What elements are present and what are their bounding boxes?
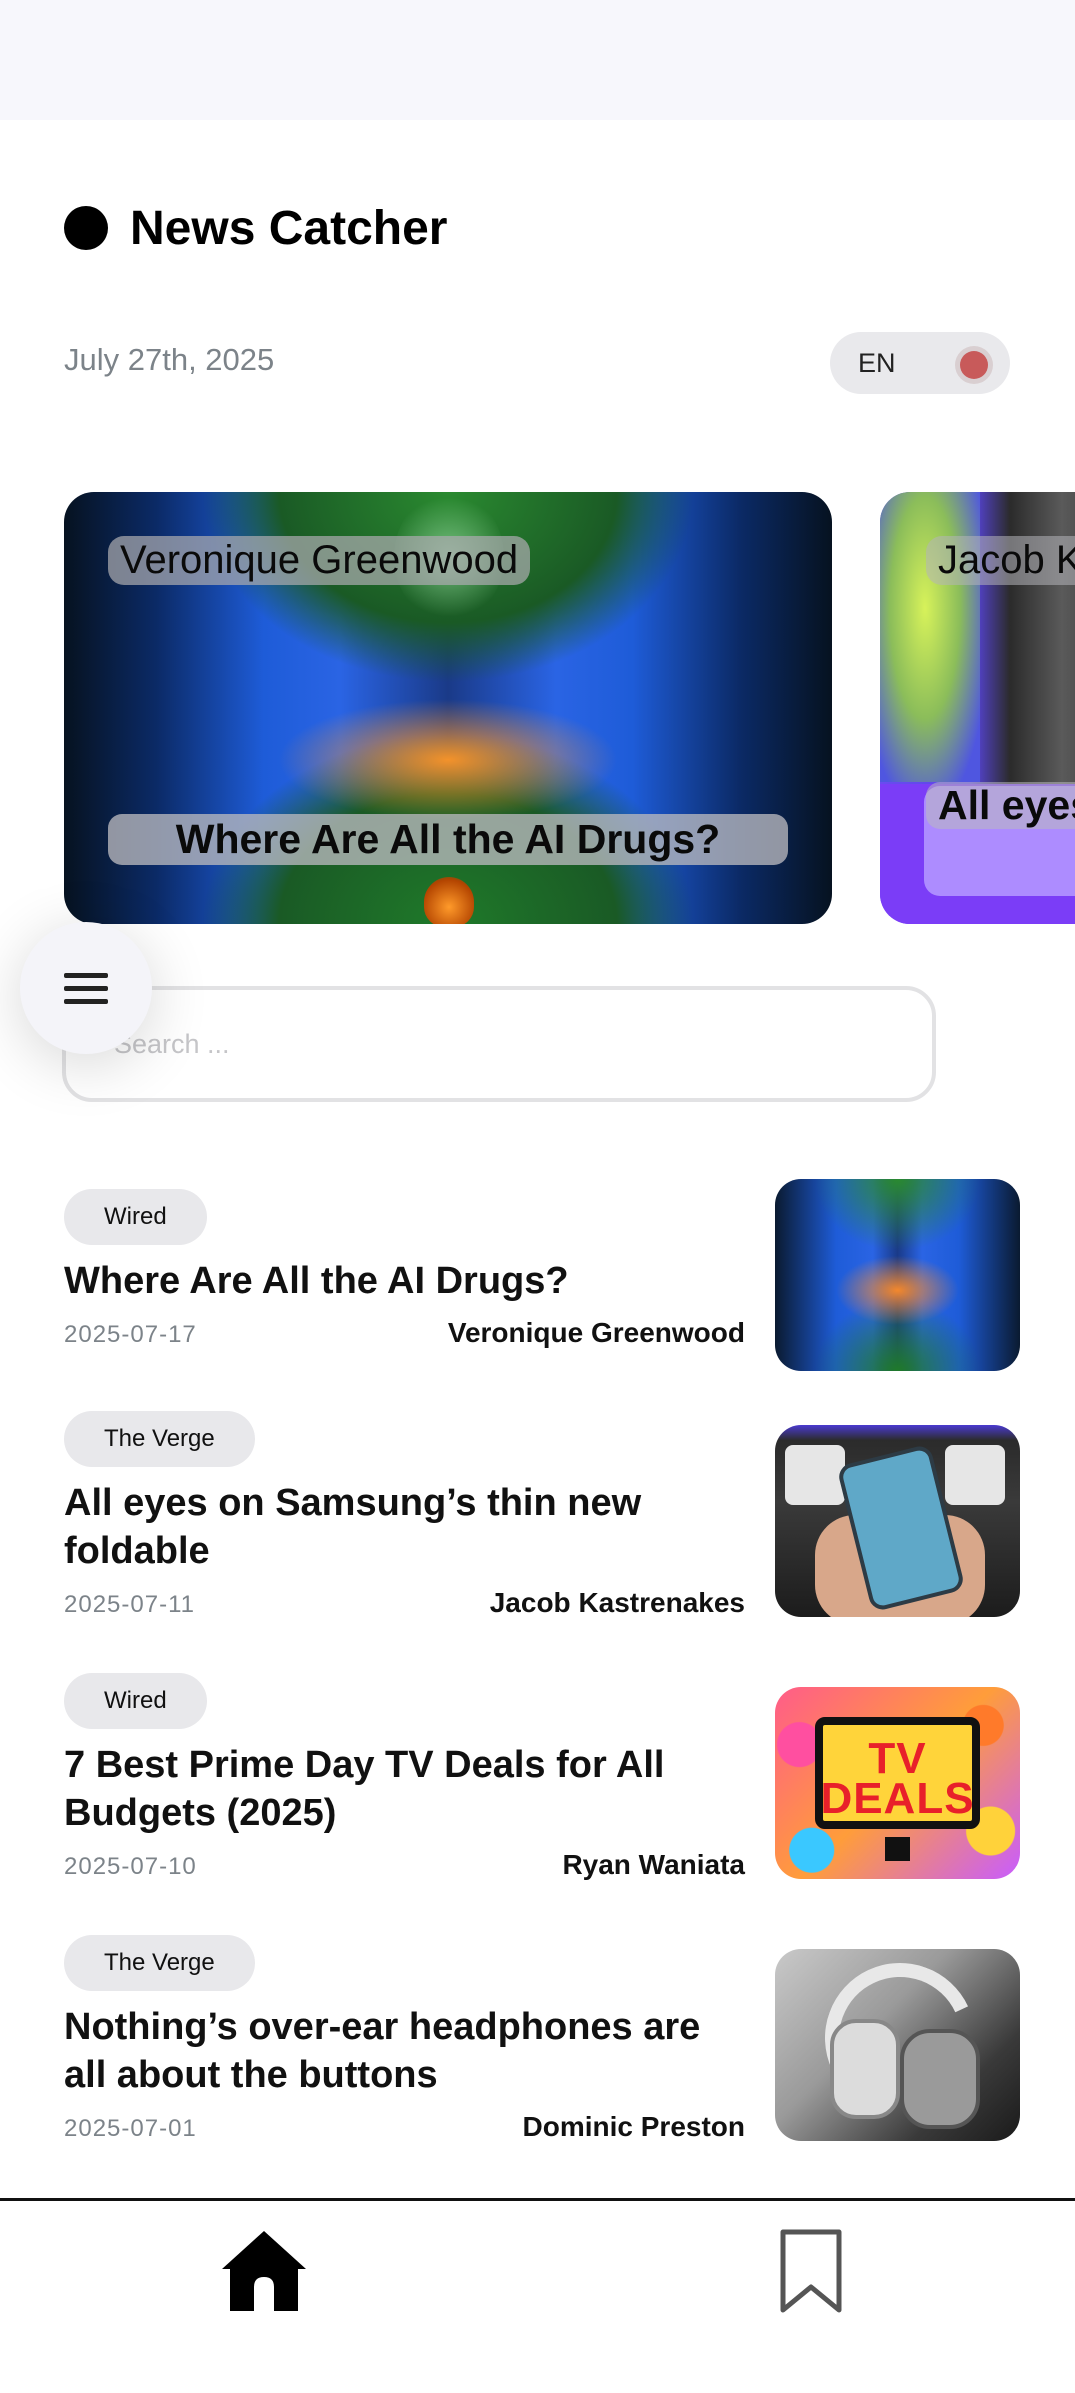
menu-button[interactable] (20, 922, 152, 1054)
language-label: EN (858, 347, 896, 378)
menu-icon (64, 985, 108, 991)
news-thumbnail[interactable] (775, 1949, 1020, 2141)
featured-author: Veronique Greenwood (108, 536, 531, 585)
news-thumbnail[interactable]: TV DEALS (775, 1687, 1020, 1879)
thumbnail-detail (885, 1837, 910, 1861)
news-date: 2025-07-17 (64, 1321, 197, 1348)
card-image-detail (424, 877, 474, 924)
news-title[interactable]: Nothing’s over-ear headphones are all ab… (64, 2003, 744, 2099)
news-date: 2025-07-11 (64, 1591, 195, 1618)
home-icon[interactable] (218, 2225, 310, 2317)
featured-card[interactable]: Veronique Greenwood Where Are All the AI… (64, 492, 832, 924)
news-author: Ryan Waniata (562, 1849, 745, 1880)
news-thumbnail[interactable] (775, 1425, 1020, 1617)
current-date: July 27th, 2025 (64, 342, 275, 377)
news-item[interactable]: The Verge All eyes on Samsung’s thin new… (0, 1397, 1075, 1618)
thumbnail-detail (830, 2019, 900, 2119)
news-author: Veronique Greenwood (447, 1317, 745, 1348)
source-badge[interactable]: The Verge (64, 1411, 255, 1467)
app-header: News Catcher (64, 198, 447, 258)
featured-carousel[interactable]: Veronique Greenwood Where Are All the AI… (0, 492, 1075, 926)
news-item[interactable]: Wired 7 Best Prime Day TV Deals for All … (0, 1659, 1075, 1880)
source-badge[interactable]: Wired (64, 1189, 207, 1245)
news-title[interactable]: Where Are All the AI Drugs? (64, 1257, 744, 1305)
language-toggle[interactable]: EN (830, 332, 1010, 394)
status-bar-area (0, 0, 1075, 120)
news-title[interactable]: 7 Best Prime Day TV Deals for All Budget… (64, 1741, 744, 1837)
thumbnail-detail (785, 1445, 845, 1505)
featured-title: All eyes on Samsung’s thin new foldable (926, 782, 1075, 829)
logo-dot-icon (64, 206, 108, 250)
bookmark-icon[interactable] (778, 2227, 844, 2315)
news-item[interactable]: Wired Where Are All the AI Drugs? 2025-0… (0, 1175, 1075, 1375)
menu-icon (64, 998, 108, 1004)
search-box[interactable] (62, 986, 936, 1102)
app-title: News Catcher (130, 201, 448, 255)
featured-title: Where Are All the AI Drugs? (108, 814, 788, 865)
news-date: 2025-07-10 (64, 1853, 197, 1880)
thumbnail-detail (900, 2029, 980, 2129)
menu-icon (64, 972, 108, 978)
toggle-knob (960, 351, 988, 379)
thumbnail-text: TV DEALS (820, 1734, 975, 1823)
news-title[interactable]: All eyes on Samsung’s thin new foldable (64, 1479, 744, 1575)
source-badge[interactable]: The Verge (64, 1935, 255, 1991)
source-badge[interactable]: Wired (64, 1673, 207, 1729)
search-input[interactable] (114, 1028, 932, 1060)
news-item[interactable]: The Verge Nothing’s over-ear headphones … (0, 1921, 1075, 2142)
news-date: 2025-07-01 (64, 2115, 197, 2142)
thumbnail-detail (945, 1445, 1005, 1505)
news-thumbnail[interactable] (775, 1179, 1020, 1371)
bottom-navigation (0, 2198, 1075, 2393)
featured-author: Jacob Kastrenakes (926, 536, 1075, 585)
news-author: Dominic Preston (522, 2111, 745, 2142)
featured-card[interactable]: Jacob Kastrenakes All eyes on Samsung’s … (880, 492, 1075, 924)
news-author: Jacob Kastrenakes (489, 1587, 745, 1618)
